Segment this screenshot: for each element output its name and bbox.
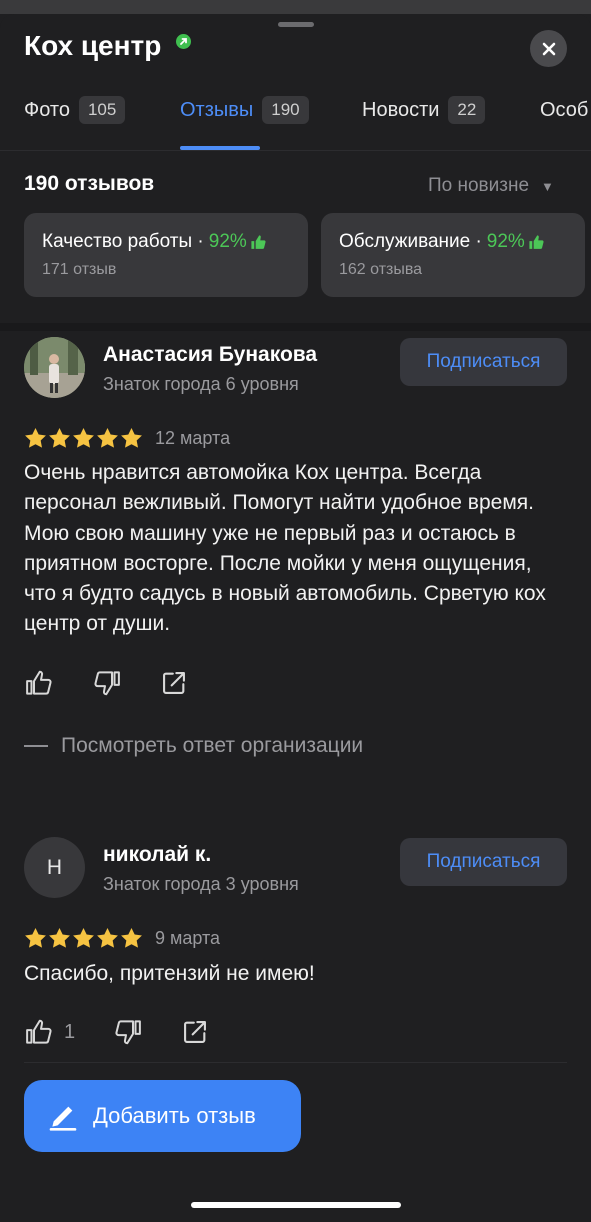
org-answer-toggle[interactable]: Посмотреть ответ организации: [24, 734, 363, 758]
tab-count-badge: 22: [448, 96, 486, 124]
tab-bar: Фото 105 Отзывы 190 Новости 22 Особ: [0, 90, 591, 150]
review-card: Н николай к. Знаток города 3 уровня Подп…: [0, 831, 591, 1061]
aspect-percent: 92%: [486, 231, 525, 252]
tab-label: Особ: [540, 98, 589, 121]
star-rating: [24, 927, 144, 949]
share-button[interactable]: [160, 669, 188, 697]
thumbs-up-icon: [251, 234, 266, 249]
star-icon: [97, 427, 118, 448]
verified-badge-icon: [176, 34, 191, 49]
tab-label: Новости: [362, 98, 440, 121]
review-actions: 1: [24, 1017, 247, 1047]
thumbs-up-icon: [529, 234, 544, 249]
tab-count-badge: 190: [262, 96, 309, 124]
star-icon: [73, 927, 94, 948]
add-review-label: Добавить отзыв: [93, 1103, 256, 1128]
review-author-level: Знаток города 6 уровня: [103, 374, 299, 394]
review-date: 9 марта: [155, 928, 221, 948]
divider: [24, 1062, 567, 1063]
review-author[interactable]: Анастасия Бунакова: [103, 343, 317, 367]
tab-label: Фото: [24, 98, 70, 121]
star-icon: [73, 427, 94, 448]
thumbs-up-icon: [26, 670, 52, 695]
star-icon: [25, 927, 46, 948]
thumbs-down-icon: [115, 1020, 141, 1045]
tab-label: Отзывы: [180, 98, 254, 121]
review-actions: [24, 668, 226, 698]
thumbs-up-icon: [26, 1019, 52, 1044]
sort-label: По новизне: [428, 175, 530, 196]
subscribe-button[interactable]: Подписаться: [400, 838, 567, 886]
aspect-title: Обслуживание ·: [339, 231, 482, 252]
tab-count-badge: 105: [78, 96, 126, 124]
section-divider: [0, 323, 591, 331]
reviews-total: 190 отзывов: [24, 172, 155, 195]
like-count: 1: [64, 1020, 76, 1043]
like-button[interactable]: [24, 668, 54, 698]
aspect-count: 171 отзыв: [42, 261, 117, 278]
star-rating: [24, 427, 144, 449]
sheet-grabber[interactable]: [278, 22, 314, 27]
review-author-level: Знаток города 3 уровня: [103, 874, 299, 894]
star-icon: [121, 927, 142, 948]
review-text: Спасибо, притензий не имею!: [24, 962, 315, 985]
star-icon: [49, 427, 70, 448]
star-icon: [25, 427, 46, 448]
review-card: Анастасия Бунакова Знаток города 6 уровн…: [0, 331, 591, 801]
tab-news[interactable]: Новости 22: [362, 90, 486, 130]
tab-photos[interactable]: Фото 105: [24, 90, 126, 130]
star-icon: [97, 927, 118, 948]
star-icon: [121, 427, 142, 448]
star-icon: [49, 927, 70, 948]
thumbs-down-icon: [94, 671, 120, 696]
home-indicator[interactable]: [191, 1202, 401, 1208]
tab-features[interactable]: Особ: [540, 90, 588, 130]
close-icon: [542, 42, 555, 55]
dislike-button[interactable]: [92, 668, 122, 698]
page-title: Кох центр: [24, 30, 162, 61]
like-button[interactable]: 1: [24, 1017, 75, 1047]
pencil-icon: [49, 1106, 77, 1131]
subscribe-button[interactable]: Подписаться: [400, 338, 567, 386]
sort-dropdown[interactable]: По новизне ▼: [428, 175, 554, 197]
dash-icon: [24, 745, 48, 747]
review-author[interactable]: николай к.: [103, 843, 211, 867]
share-icon: [184, 1021, 207, 1043]
dislike-button[interactable]: [113, 1017, 143, 1047]
aspect-count: 162 отзыва: [339, 261, 423, 278]
aspect-card-service[interactable]: Обслуживание · 92% 162 отзыва: [321, 213, 585, 297]
aspect-title: Качество работы ·: [42, 231, 204, 252]
close-button[interactable]: [530, 30, 567, 67]
map-background-strip: [0, 0, 591, 14]
share-icon: [163, 672, 185, 694]
aspect-percent: 92%: [208, 231, 247, 252]
aspect-card-quality[interactable]: Качество работы · 92% 171 отзыв: [24, 213, 308, 297]
tab-reviews[interactable]: Отзывы 190: [180, 90, 309, 130]
share-button[interactable]: [181, 1018, 209, 1046]
add-review-button[interactable]: Добавить отзыв: [24, 1080, 301, 1152]
avatar[interactable]: [24, 337, 85, 398]
org-answer-label: Посмотреть ответ организации: [61, 734, 364, 757]
divider: [0, 150, 591, 151]
review-text: Очень нравится автомойка Кох центра. Все…: [24, 461, 546, 636]
avatar[interactable]: Н: [24, 837, 85, 898]
review-date: 12 марта: [155, 428, 231, 448]
chevron-down-icon: ▼: [541, 178, 554, 194]
